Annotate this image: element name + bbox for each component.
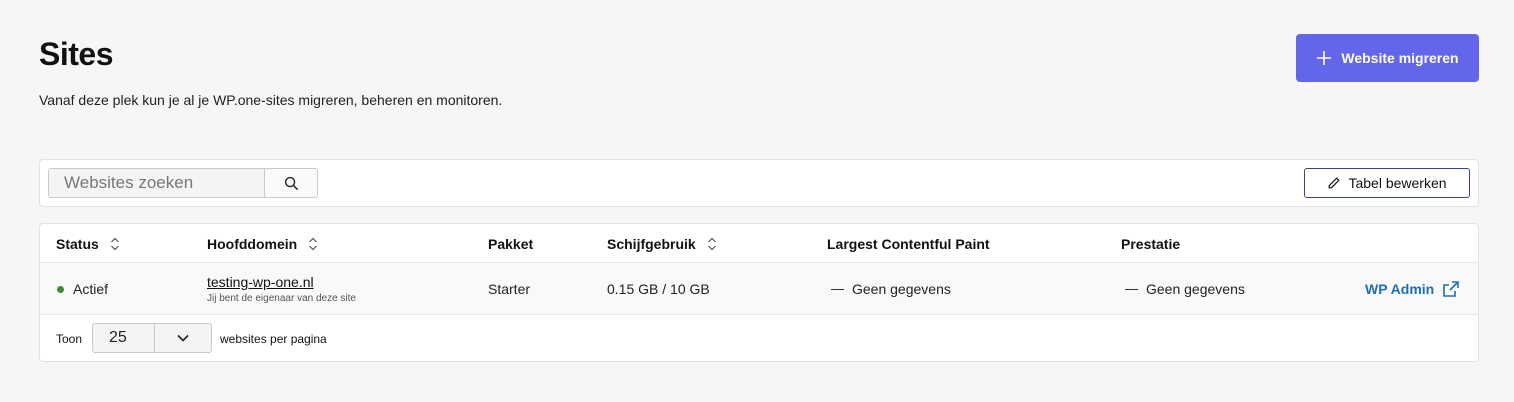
status-dot-icon [57, 285, 64, 293]
lcp-cell: Geen gegevens [831, 263, 951, 315]
disk-usage-cell: 0.15 GB / 10 GB [607, 281, 710, 297]
edit-table-button[interactable]: Tabel bewerken [1304, 168, 1470, 198]
domain-link[interactable]: testing-wp-one.nl [207, 274, 314, 290]
column-domain-label: Hoofddomein [207, 235, 298, 252]
column-package-label: Pakket [488, 235, 534, 252]
table-header: Status Hoofddomein Pakket Schijfgebruik … [40, 224, 1478, 263]
search-box [48, 168, 318, 198]
column-disk-usage-label: Schijfgebruik [607, 235, 696, 252]
sites-table: Status Hoofddomein Pakket Schijfgebruik … [39, 223, 1479, 362]
package-cell: Starter [488, 281, 531, 297]
performance-cell: Geen gegevens [1125, 263, 1245, 315]
external-link-icon [1442, 280, 1460, 298]
lcp-value: Geen gegevens [852, 281, 951, 297]
performance-value: Geen gegevens [1146, 281, 1245, 297]
chevron-down-icon [155, 324, 211, 352]
column-status-label: Status [56, 235, 99, 252]
column-performance-label: Prestatie [1121, 235, 1181, 252]
table-toolbar: Tabel bewerken [39, 159, 1479, 207]
search-icon [284, 176, 299, 191]
per-page-select[interactable]: 25 [92, 323, 212, 353]
migrate-website-button[interactable]: Website migreren [1296, 34, 1479, 82]
migrate-button-label: Website migreren [1341, 50, 1459, 66]
sort-icon [706, 237, 718, 251]
domain-owner-note: Jij bent de eigenaar van deze site [207, 293, 356, 304]
domain-cell: testing-wp-one.nl Jij bent de eigenaar v… [207, 263, 356, 315]
column-status[interactable]: Status [56, 224, 121, 263]
search-button[interactable] [265, 169, 317, 197]
column-performance: Prestatie [1121, 224, 1180, 263]
sort-icon [109, 237, 121, 251]
page-subtitle: Vanaf deze plek kun je al je WP.one-site… [39, 92, 503, 108]
search-input[interactable] [49, 169, 265, 197]
pagination-suffix: websites per pagina [220, 332, 327, 346]
edit-table-label: Tabel bewerken [1348, 175, 1447, 191]
column-lcp-label: Largest Contentful Paint [827, 235, 990, 252]
status-cell: Actief [57, 263, 108, 315]
wp-admin-label: WP Admin [1365, 281, 1435, 297]
wp-admin-link[interactable]: WP Admin [1365, 263, 1460, 315]
column-package: Pakket [488, 224, 533, 263]
plus-icon [1316, 50, 1332, 66]
sort-icon [307, 237, 319, 251]
status-badge: Actief [73, 281, 109, 297]
pencil-icon [1327, 176, 1341, 190]
dash-icon [831, 288, 844, 290]
column-lcp: Largest Contentful Paint [827, 224, 990, 263]
column-disk-usage[interactable]: Schijfgebruik [607, 224, 718, 263]
per-page-value: 25 [93, 324, 155, 352]
table-footer: Toon 25 websites per pagina [40, 315, 1478, 363]
column-domain[interactable]: Hoofddomein [207, 224, 319, 263]
pagination-prefix: Toon [56, 332, 83, 346]
table-row: Actief testing-wp-one.nl Jij bent de eig… [40, 263, 1478, 315]
page-title: Sites [39, 36, 113, 72]
dash-icon [1125, 288, 1138, 290]
